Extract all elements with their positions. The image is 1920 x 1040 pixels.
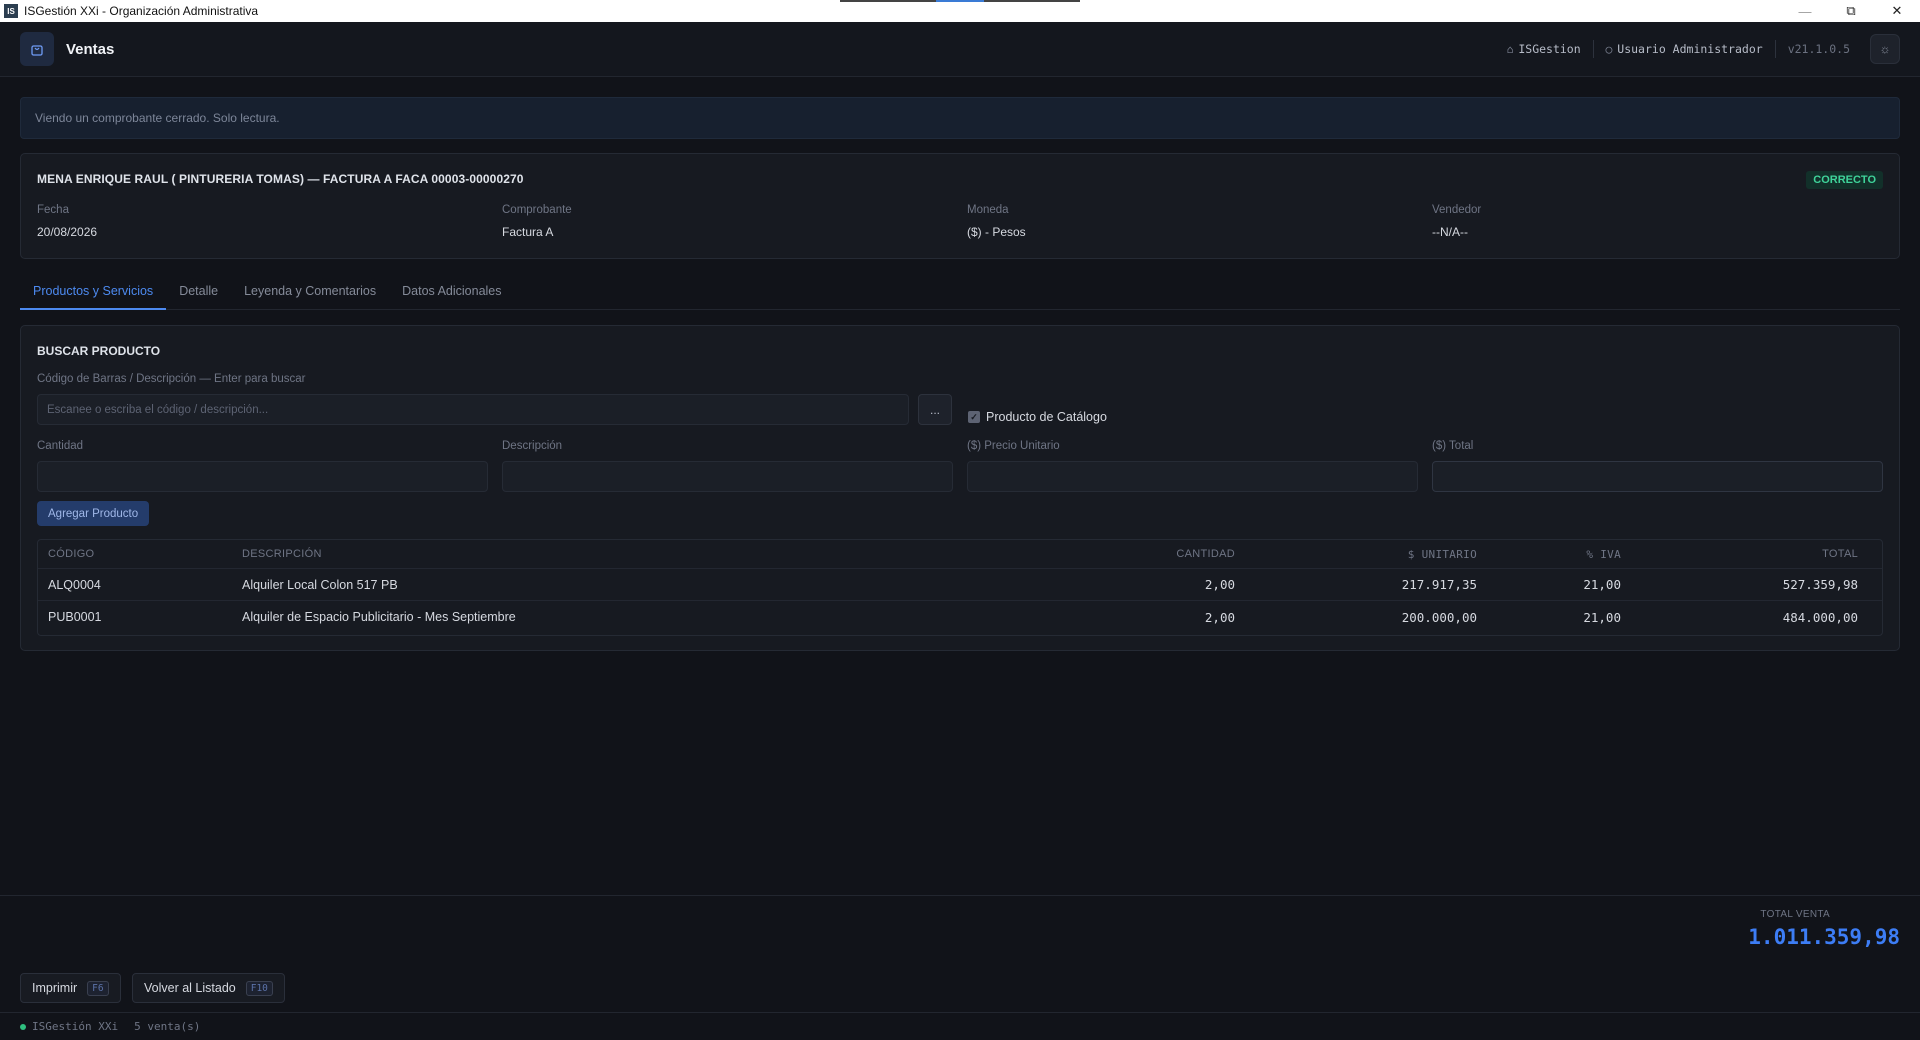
description-input[interactable] [502, 461, 953, 492]
header-qty[interactable]: CANTIDAD [938, 540, 1235, 568]
app-version: v21.1.0.5 [1787, 42, 1850, 56]
field-comprobante: Comprobante Factura A [502, 204, 962, 239]
back-to-list-button[interactable]: Volver al Listado F10 [132, 973, 285, 1003]
shopping-bag-icon [20, 32, 54, 66]
products-table: CÓDIGO DESCRIPCIÓN CANTIDAD $ UNITARIO %… [37, 539, 1883, 636]
theme-toggle-icon[interactable]: ☼ [1870, 34, 1900, 64]
status-badge: CORRECTO [1806, 171, 1883, 189]
field-fecha: Fecha 20/08/2026 [37, 204, 497, 239]
total-label: ($) Total [1432, 440, 1474, 452]
cell-total: 484.000,00 [1782, 609, 1858, 625]
footer: TOTAL VENTA 1.011.359,98 Imprimir F6 Vol… [0, 895, 1920, 1011]
close-icon[interactable]: ✕ [1874, 0, 1920, 22]
tab-detalle[interactable]: Detalle [166, 277, 231, 310]
section-title: BUSCAR PRODUCTO [37, 344, 161, 358]
line-total-input[interactable] [1432, 461, 1883, 492]
table-row[interactable]: ALQ0004 Alquiler Local Colon 517 PB 2,00… [38, 569, 1882, 601]
tab-productos[interactable]: Productos y Servicios [20, 277, 167, 310]
cell-iva: 21,00 [1583, 609, 1621, 625]
header-total[interactable]: TOTAL [1628, 540, 1858, 568]
shortcut-key: F10 [245, 980, 273, 996]
cell-total: 527.359,98 [1782, 577, 1858, 592]
table-header: CÓDIGO DESCRIPCIÓN CANTIDAD $ UNITARIO %… [38, 540, 1882, 569]
total-venta-value: 1.011.359,98 [1748, 925, 1900, 949]
barcode-search-input[interactable]: Escanee o escriba el código / descripció… [37, 394, 909, 425]
field-label: Comprobante [502, 204, 572, 216]
drag-indicator [840, 0, 1080, 2]
cell-desc: Alquiler Local Colon 517 PB [242, 577, 398, 592]
field-label: Vendedor [1432, 204, 1482, 216]
cell-qty: 2,00 [1204, 577, 1235, 592]
product-panel: BUSCAR PRODUCTO Código de Barras / Descr… [20, 325, 1900, 651]
cell-code: ALQ0004 [48, 577, 101, 592]
table-row[interactable]: PUB0001 Alquiler de Espacio Publicitario… [38, 601, 1882, 633]
field-label: Moneda [967, 204, 1009, 216]
shortcut-key: F6 [87, 980, 109, 996]
cell-code: PUB0001 [48, 610, 102, 624]
invoice-summary-card: MENA ENRIQUE RAUL ( PINTURERIA TOMAS) — … [20, 153, 1900, 259]
tab-leyenda[interactable]: Leyenda y Comentarios [231, 277, 389, 310]
unit-price-input[interactable] [967, 461, 1418, 492]
field-vendedor: Vendedor --N/A-- [1432, 204, 1892, 239]
company-name: ISGestion [1518, 42, 1581, 56]
company-indicator[interactable]: ⌂ ISGestion [1495, 42, 1593, 56]
window-title: ISGestión XXi - Organización Administrat… [24, 4, 259, 18]
user-icon: ◯ [1605, 42, 1613, 56]
print-button[interactable]: Imprimir F6 [20, 973, 121, 1003]
cell-unit: 217.917,35 [1401, 577, 1477, 592]
minimize-icon[interactable]: — [1782, 0, 1828, 22]
price-label: ($) Precio Unitario [967, 440, 1060, 452]
field-value: Factura A [502, 225, 554, 239]
header-right: ⌂ ISGestion ◯ Usuario Administrador v21.… [1495, 34, 1900, 64]
barcode-label: Código de Barras / Descripción — Enter p… [37, 373, 306, 385]
cell-unit: 200.000,00 [1401, 609, 1477, 625]
cell-desc: Alquiler de Espacio Publicitario - Mes S… [242, 610, 516, 624]
home-icon: ⌂ [1506, 42, 1514, 56]
field-label: Fecha [37, 204, 69, 216]
browse-products-button[interactable]: ... [918, 394, 952, 425]
field-value: 20/08/2026 [37, 225, 98, 239]
tab-bar: Productos y Servicios Detalle Leyenda y … [20, 277, 1900, 310]
tab-datos-adicionales[interactable]: Datos Adicionales [389, 277, 514, 310]
header-unit[interactable]: $ UNITARIO [1238, 540, 1477, 568]
restore-icon[interactable]: ⧉ [1828, 0, 1874, 22]
field-moneda: Moneda ($) - Pesos [967, 204, 1427, 239]
status-count: 5 venta(s) [134, 1020, 201, 1033]
back-label: Volver al Listado [144, 981, 236, 995]
total-venta-label: TOTAL VENTA [1760, 909, 1830, 920]
status-app: ISGestión XXi [32, 1020, 119, 1033]
window-titlebar: IS ISGestión XXi - Organización Administ… [0, 0, 1920, 22]
cell-qty: 2,00 [1204, 609, 1235, 625]
field-value: --N/A-- [1432, 225, 1468, 239]
qty-label: Cantidad [37, 440, 84, 452]
readonly-notice: Viendo un comprobante cerrado. Solo lect… [20, 97, 1900, 139]
checkbox-label: Producto de Catálogo [986, 410, 1107, 424]
app-logo-icon: IS [4, 4, 18, 18]
add-product-button[interactable]: Agregar Producto [37, 501, 150, 526]
quantity-input[interactable] [37, 461, 488, 492]
field-value: ($) - Pesos [967, 225, 1026, 239]
page-title: Ventas [66, 40, 115, 58]
user-name: Usuario Administrador [1617, 42, 1763, 56]
header-iva[interactable]: % IVA [1478, 540, 1621, 568]
app-header: Ventas ⌂ ISGestion ◯ Usuario Administrad… [0, 22, 1920, 77]
header-code[interactable]: CÓDIGO [48, 540, 228, 568]
cell-iva: 21,00 [1583, 577, 1621, 592]
print-label: Imprimir [32, 981, 78, 995]
window-controls: — ⧉ ✕ [1782, 0, 1920, 22]
invoice-title: MENA ENRIQUE RAUL ( PINTURERIA TOMAS) — … [37, 172, 524, 186]
desc-label: Descripción [502, 440, 563, 452]
online-status-icon [20, 1023, 26, 1030]
catalog-checkbox[interactable]: ✓ Producto de Catálogo [968, 410, 1107, 424]
checkbox-checked-icon: ✓ [968, 411, 980, 423]
status-bar: ISGestión XXi 5 venta(s) [0, 1012, 1920, 1040]
user-indicator[interactable]: ◯ Usuario Administrador [1594, 42, 1775, 56]
header-desc[interactable]: DESCRIPCIÓN [242, 540, 942, 568]
